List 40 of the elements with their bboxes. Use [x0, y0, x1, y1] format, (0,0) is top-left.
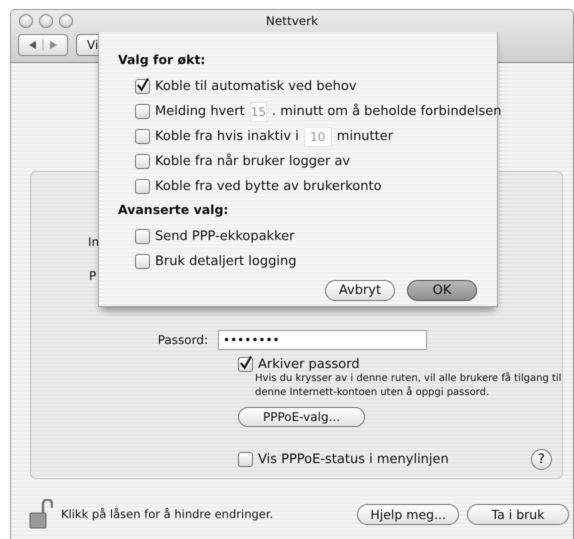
checkbox[interactable]: [135, 129, 150, 144]
checkbox[interactable]: [135, 154, 150, 169]
checkbox[interactable]: [135, 79, 150, 94]
password-field[interactable]: ••••••••: [218, 330, 427, 350]
checkbox[interactable]: [238, 452, 253, 467]
ok-button[interactable]: OK: [407, 280, 477, 301]
checkbox-label: Send PPP-ekkopakker: [155, 229, 294, 244]
checkbox-label: Koble fra ved bytte av brukerkonto: [155, 179, 382, 194]
pppoe-options-button[interactable]: PPPoE-valg...: [238, 407, 365, 427]
close-icon[interactable]: [19, 14, 33, 28]
checkbox-label: Koble fra hvis inaktiv i: [155, 129, 299, 144]
zoom-icon[interactable]: [59, 14, 73, 28]
checkbox[interactable]: [238, 357, 253, 372]
field-label: P: [89, 269, 96, 283]
checkbox-label: Vis PPPoE-status i menylinjen: [258, 452, 449, 467]
section-heading: Avanserte valg:: [118, 202, 230, 219]
field-label: In: [88, 235, 100, 249]
checkbox[interactable]: [135, 104, 150, 119]
footer-button[interactable]: Hjelp meg...: [357, 504, 459, 524]
checkbox-label: Melding hvert: [155, 104, 245, 119]
checkbox[interactable]: [135, 229, 150, 244]
footer-button[interactable]: Ta i bruk: [467, 504, 569, 524]
lock-hint-text: Klikk på låsen for å hindre endringer.: [61, 507, 274, 521]
checkbox-label: Bruk detaljert logging: [155, 254, 296, 269]
checkbox-label: Koble fra når bruker logger av: [155, 154, 350, 169]
help-text: Hvis du krysser av i denne ruten, vil alle brukere få tilgang til denne Internett-kontoen uten å oppgi passord.: [255, 372, 562, 400]
help-button[interactable]: ?: [531, 449, 552, 470]
back-forward-control[interactable]: [18, 34, 68, 56]
cancel-button[interactable]: Avbryt: [325, 280, 395, 301]
field-suffix-text: . minutt om å beholde forbindelsen: [272, 104, 502, 119]
window-title: Nettverk: [264, 14, 320, 28]
minimize-icon[interactable]: [39, 14, 53, 28]
checkbox[interactable]: [135, 254, 150, 269]
field-suffix-text: minutter: [336, 129, 394, 144]
password-label: Passord:: [156, 333, 209, 347]
checkbox-label: Arkiver passord: [258, 357, 360, 372]
checkbox[interactable]: [135, 179, 150, 194]
section-heading: Valg for økt:: [118, 52, 206, 69]
unlocked-padlock-icon[interactable]: [29, 499, 53, 529]
checkbox-label: Koble til automatisk ved behov: [155, 79, 357, 94]
